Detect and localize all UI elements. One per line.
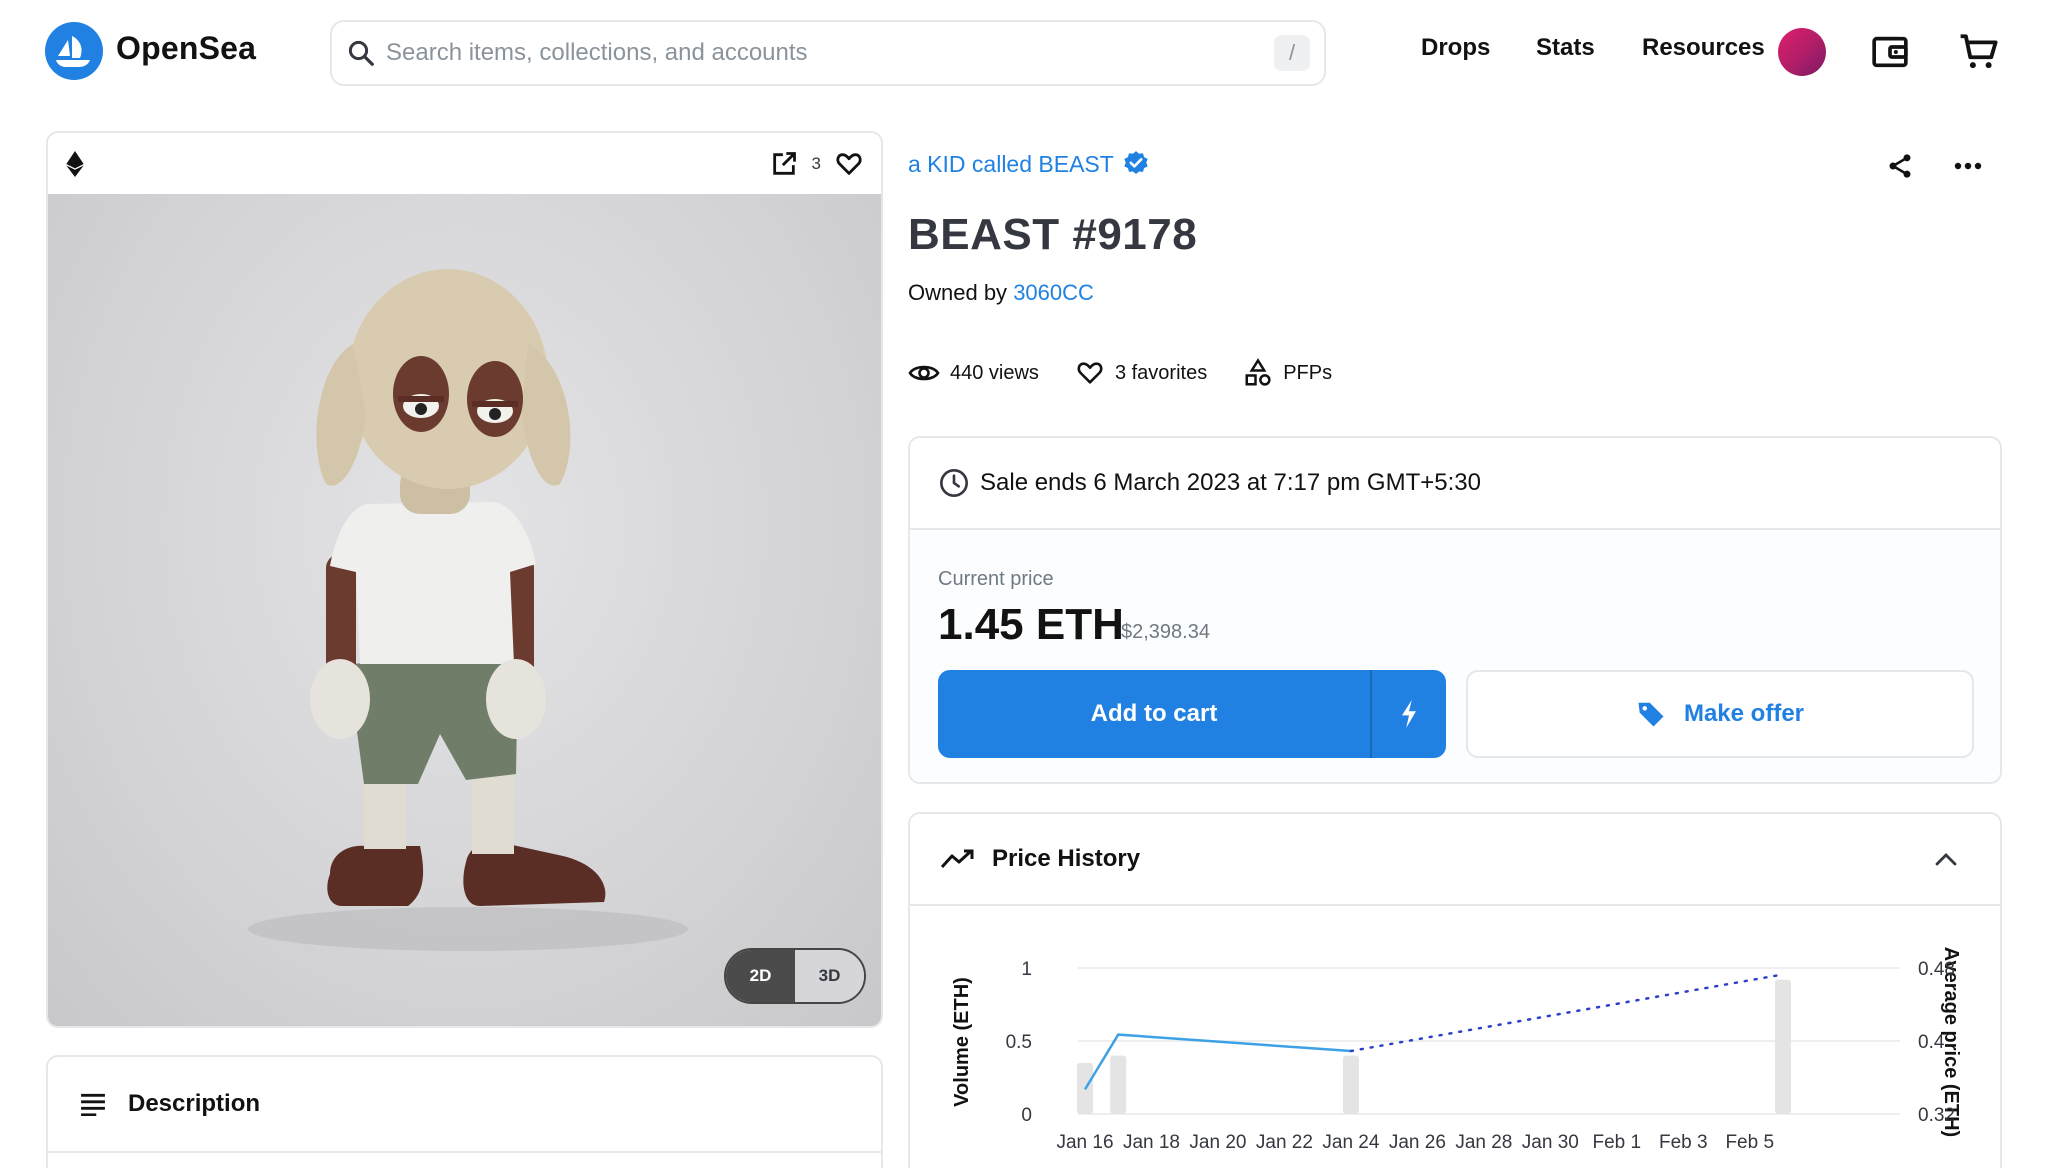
share-icon[interactable]: [1882, 148, 1918, 184]
owner-line: Owned by 3060CC: [908, 280, 1094, 306]
y2-tick-label: 0.4: [1918, 1032, 1945, 1053]
search-icon: [348, 40, 374, 66]
category-stat[interactable]: PFPs: [1243, 358, 1332, 388]
y2-tick-label: 0.32: [1918, 1105, 1955, 1126]
current-price: 1.45 ETH: [938, 600, 1124, 649]
lightning-icon: [1402, 700, 1416, 728]
x-tick-label: Feb 1: [1593, 1132, 1642, 1153]
more-options-icon[interactable]: [1950, 148, 1986, 184]
x-tick-label: Feb 3: [1659, 1132, 1708, 1153]
heart-icon[interactable]: [835, 150, 863, 178]
category-label: PFPs: [1283, 361, 1333, 384]
item-stats: 440 views 3 favorites PFPs: [908, 358, 1368, 388]
profile-avatar[interactable]: [1778, 28, 1826, 76]
nft-image[interactable]: [48, 194, 881, 1026]
price-usd: $2,398.34: [1121, 621, 1210, 643]
average-price-projection-line: [1349, 973, 1785, 1053]
description-header[interactable]: Description: [48, 1057, 881, 1153]
cart-icon[interactable]: [1955, 28, 2003, 76]
make-offer-label: Make offer: [1683, 700, 1805, 727]
x-tick-label: Jan 28: [1455, 1132, 1512, 1153]
toggle-3d[interactable]: 3D: [795, 950, 864, 1002]
top-navbar: OpenSea Search items, collections, and a…: [0, 0, 2048, 104]
favorites-count: 3: [811, 153, 821, 173]
collection-name[interactable]: a KID called BEAST: [908, 151, 1114, 178]
favorites-count-text: 3 favorites: [1114, 361, 1208, 384]
media-card: 3: [46, 131, 883, 1028]
nav-drops[interactable]: Drops: [1421, 34, 1490, 62]
tag-icon: [1638, 702, 1664, 727]
ethereum-icon: [66, 150, 84, 177]
x-tick-label: Jan 16: [1056, 1132, 1113, 1153]
y-axis-label: Volume (ETH): [951, 977, 973, 1107]
add-to-cart-button-group: Add to cart: [938, 670, 1446, 758]
x-tick-label: Jan 30: [1522, 1132, 1579, 1153]
collection-link[interactable]: a KID called BEAST: [908, 150, 1150, 178]
nav-resources[interactable]: Resources: [1642, 34, 1765, 62]
volume-bar: [1110, 1055, 1127, 1114]
sale-end-text: Sale ends 6 March 2023 at 7:17 pm GMT+5:…: [980, 469, 1481, 496]
volume-bar: [1342, 1055, 1359, 1114]
toggle-2d[interactable]: 2D: [726, 950, 795, 1002]
add-to-cart-button[interactable]: Add to cart: [938, 670, 1372, 758]
eye-icon: [908, 365, 940, 381]
y-tick-label: 0: [1021, 1105, 1032, 1126]
current-price-label: Current price: [938, 568, 1054, 590]
view-mode-toggle[interactable]: 2D 3D: [724, 948, 866, 1004]
verified-badge-icon: [1124, 151, 1148, 175]
x-tick-label: Jan 24: [1322, 1132, 1379, 1153]
sale-panel: Sale ends 6 March 2023 at 7:17 pm GMT+5:…: [908, 436, 2002, 784]
price-history-chart[interactable]: Volume (ETH) Average price (ETH) 00.510.…: [910, 906, 2000, 1168]
clock-icon: [940, 469, 968, 497]
volume-bar: [1775, 979, 1791, 1114]
search-bar[interactable]: Search items, collections, and accounts …: [330, 20, 1326, 86]
item-title: BEAST #9178: [908, 210, 1198, 259]
x-tick-label: Jan 20: [1189, 1132, 1246, 1153]
views-count: 440 views: [950, 361, 1039, 384]
price-history-title: Price History: [992, 845, 1141, 872]
search-input[interactable]: Search items, collections, and accounts: [386, 39, 1274, 67]
media-toolbar: 3: [48, 133, 881, 194]
x-tick-label: Feb 5: [1725, 1132, 1774, 1153]
wallet-icon[interactable]: [1866, 28, 1914, 76]
owner-link[interactable]: 3060CC: [1013, 280, 1094, 305]
open-external-icon[interactable]: [770, 150, 798, 178]
views-stat: 440 views: [908, 361, 1039, 385]
owned-by-label: Owned by: [908, 280, 1008, 305]
search-shortcut-badge: /: [1274, 35, 1310, 71]
make-offer-button[interactable]: Make offer: [1466, 670, 1974, 758]
sale-body: Current price 1.45 ETH $2,398.34 Add to …: [910, 530, 2000, 782]
price-history-panel: Price History Volume (ETH) Average price…: [908, 812, 2002, 1168]
description-title: Description: [128, 1090, 261, 1117]
chevron-up-icon[interactable]: [1926, 839, 1966, 879]
y-tick-label: 0.5: [1006, 1032, 1032, 1053]
nav-stats[interactable]: Stats: [1536, 34, 1595, 62]
brand-name[interactable]: OpenSea: [116, 30, 256, 67]
x-tick-label: Jan 18: [1123, 1132, 1180, 1153]
x-tick-label: Jan 26: [1389, 1132, 1446, 1153]
opensea-logo-icon[interactable]: [45, 22, 103, 80]
buy-now-button[interactable]: [1372, 670, 1446, 758]
x-tick-label: Jan 22: [1256, 1132, 1313, 1153]
trending-icon: [940, 849, 974, 869]
list-icon: [81, 1093, 105, 1116]
favorites-stat[interactable]: 3 favorites: [1075, 359, 1207, 387]
price-history-header[interactable]: Price History: [910, 814, 2000, 906]
heart-icon: [1077, 362, 1103, 384]
description-panel: Description: [46, 1055, 883, 1168]
shapes-icon: [1245, 358, 1271, 386]
y2-tick-label: 0.48: [1918, 959, 1955, 980]
y-tick-label: 1: [1021, 959, 1032, 980]
sale-end-header: Sale ends 6 March 2023 at 7:17 pm GMT+5:…: [910, 438, 2000, 530]
